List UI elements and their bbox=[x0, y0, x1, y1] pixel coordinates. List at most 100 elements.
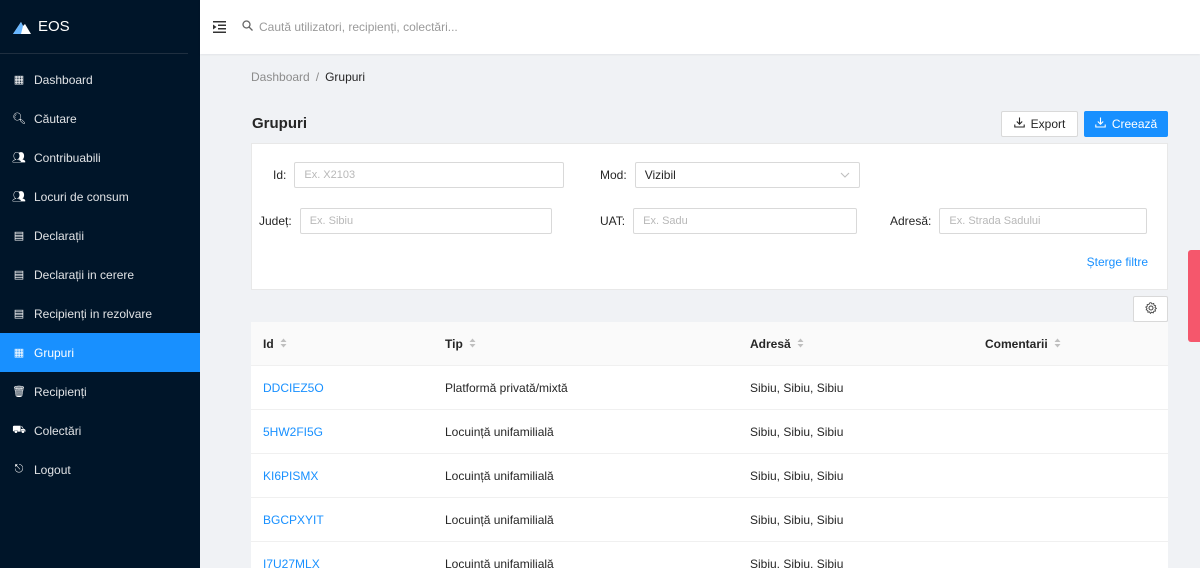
bin-icon: 🗑︎ bbox=[12, 386, 26, 398]
group-id-link[interactable]: DDCIEZ5O bbox=[263, 381, 324, 395]
sidebar-item-declarații-in-cerere[interactable]: ▤ Declarații in cerere bbox=[0, 255, 200, 294]
filter-mod-value: Vizibil bbox=[644, 168, 676, 182]
sidebar-item-grupuri[interactable]: ▦ Grupuri bbox=[0, 333, 200, 372]
cell-id: BGCPXYIT bbox=[251, 513, 432, 527]
page-title: Grupuri bbox=[252, 115, 307, 132]
sidebar-item-label: Declarații in cerere bbox=[34, 267, 135, 282]
sidebar-item-logout[interactable]: ⎋ Logout bbox=[0, 450, 200, 489]
sidebar-item-label: Recipienți in rezolvare bbox=[34, 306, 153, 321]
app-logo[interactable]: EOS bbox=[0, 0, 188, 54]
table-settings-button[interactable] bbox=[1133, 296, 1168, 322]
filter-id-label: Id: bbox=[273, 168, 287, 182]
filter-mod-select[interactable]: Vizibil bbox=[634, 162, 860, 188]
sidebar: EOS ▦ Dashboard 🔍︎ Căutare 👥︎ Contribuabili 👥︎… bbox=[0, 0, 200, 568]
cell-text: Locuință unifamilială bbox=[445, 468, 554, 483]
column-header-label: Comentarii bbox=[985, 336, 1048, 351]
grid-icon: ▦ bbox=[13, 74, 25, 86]
cell-tip: Locuință unifamilială bbox=[432, 425, 736, 439]
column-header-label: Tip bbox=[445, 336, 463, 351]
app-name: EOS bbox=[38, 18, 70, 35]
cell-text: Sibiu, Sibiu, Sibiu bbox=[750, 468, 844, 483]
table-row[interactable]: DDCIEZ5O Platformă privată/mixtă Sibiu, Si… bbox=[251, 366, 1168, 410]
cell-tip: Locuință unifamilială bbox=[432, 513, 736, 527]
filter-adresa-input[interactable] bbox=[939, 208, 1148, 234]
cell-text: Sibiu, Sibiu, Sibiu bbox=[750, 424, 844, 439]
sidebar-item-declarații[interactable]: ▤ Declarații bbox=[0, 216, 200, 255]
group-id-link[interactable]: 5HW2FI5G bbox=[263, 425, 323, 439]
filter-id-input[interactable] bbox=[294, 162, 565, 188]
sidebar-item-recipienți-in-rezolvare[interactable]: ▤ Recipienți in rezolvare bbox=[0, 294, 200, 333]
cell-adresa: Sibiu, Sibiu, Sibiu bbox=[736, 381, 972, 395]
users-icon: 👥︎ bbox=[12, 152, 26, 164]
table-row[interactable]: KI6PISMX Locuință unifamilială Sibiu, Sibi… bbox=[251, 454, 1168, 498]
column-header-id[interactable]: Id bbox=[251, 337, 432, 351]
sort-icon[interactable] bbox=[797, 338, 804, 350]
filter-id: Id: bbox=[273, 162, 565, 188]
cell-adresa: Sibiu, Sibiu, Sibiu bbox=[736, 425, 972, 439]
column-header-adresa[interactable]: Adresă bbox=[736, 337, 972, 351]
sort-icon[interactable] bbox=[1054, 338, 1061, 350]
collapse-menu-icon[interactable] bbox=[200, 0, 238, 54]
group-id-link[interactable]: I7U27MLX bbox=[263, 557, 320, 568]
filter-adresa-label: Adresă: bbox=[890, 214, 932, 228]
sidebar-item-label: Colectări bbox=[34, 423, 82, 438]
gear-icon bbox=[1144, 301, 1157, 317]
sidebar-item-colectări[interactable]: ⛟ Colectări bbox=[0, 411, 200, 450]
breadcrumb-dashboard[interactable]: Dashboard bbox=[251, 70, 310, 84]
sort-icon[interactable] bbox=[469, 338, 476, 350]
table-row[interactable]: I7U27MLX Locuință unifamilială Sibiu, Sibi… bbox=[251, 542, 1168, 568]
sidebar-item-label: Căutare bbox=[34, 111, 77, 126]
cell-text: Locuință unifamilială bbox=[445, 556, 554, 568]
topbar bbox=[200, 0, 1200, 54]
column-header-tip[interactable]: Tip bbox=[432, 337, 736, 351]
breadcrumb: Dashboard / Grupuri bbox=[251, 70, 365, 84]
breadcrumb-current: Grupuri bbox=[325, 70, 366, 84]
export-label: Export bbox=[1030, 117, 1066, 131]
sidebar-item-label: Recipienți bbox=[34, 384, 87, 399]
document-icon: ▤ bbox=[13, 308, 25, 320]
export-button[interactable]: Export bbox=[1001, 111, 1078, 137]
filter-mod: Mod: Vizibil bbox=[600, 162, 860, 188]
search-icon: 🔍︎ bbox=[12, 113, 26, 125]
cell-tip: Locuință unifamilială bbox=[432, 469, 736, 483]
cell-text: Locuință unifamilială bbox=[445, 424, 554, 439]
filter-uat: UAT: bbox=[600, 208, 858, 234]
sidebar-menu: ▦ Dashboard 🔍︎ Căutare 👥︎ Contribuabili 👥︎ Locu… bbox=[0, 60, 200, 489]
cell-text: Sibiu, Sibiu, Sibiu bbox=[750, 556, 844, 568]
column-header-comentarii[interactable]: Comentarii bbox=[972, 337, 1168, 351]
filter-uat-input[interactable] bbox=[633, 208, 858, 234]
sidebar-item-label: Locuri de consum bbox=[34, 189, 129, 204]
search-icon bbox=[242, 20, 253, 34]
feedback-tab[interactable] bbox=[1188, 250, 1200, 342]
sidebar-item-recipienți[interactable]: 🗑︎ Recipienți bbox=[0, 372, 200, 411]
sidebar-item-locuri-de-consum[interactable]: 👥︎ Locuri de consum bbox=[0, 177, 200, 216]
document-icon: ▤ bbox=[13, 230, 25, 242]
group-id-link[interactable]: BGCPXYIT bbox=[263, 513, 324, 527]
breadcrumb-separator: / bbox=[315, 70, 320, 84]
sidebar-item-contribuabili[interactable]: 👥︎ Contribuabili bbox=[0, 138, 200, 177]
filter-judet-input[interactable] bbox=[299, 208, 552, 234]
search-input[interactable] bbox=[259, 20, 619, 34]
sidebar-item-label: Logout bbox=[34, 462, 71, 477]
download-icon bbox=[1095, 117, 1106, 131]
table-icon: ▦ bbox=[13, 347, 25, 359]
document-icon: ▤ bbox=[13, 269, 25, 281]
group-id-link[interactable]: KI6PISMX bbox=[263, 469, 318, 483]
cell-id: KI6PISMX bbox=[251, 469, 432, 483]
sidebar-item-dashboard[interactable]: ▦ Dashboard bbox=[0, 60, 200, 99]
cell-text: Sibiu, Sibiu, Sibiu bbox=[750, 380, 844, 395]
table-row[interactable]: 5HW2FI5G Locuință unifamilială Sibiu, Sibi… bbox=[251, 410, 1168, 454]
logout-icon: ⎋ bbox=[14, 463, 24, 475]
users-icon: 👥︎ bbox=[12, 191, 26, 203]
sort-icon[interactable] bbox=[280, 338, 287, 350]
cell-adresa: Sibiu, Sibiu, Sibiu bbox=[736, 513, 972, 527]
table-row[interactable]: BGCPXYIT Locuință unifamilială Sibiu, Sibi… bbox=[251, 498, 1168, 542]
cell-id: DDCIEZ5O bbox=[251, 381, 432, 395]
sidebar-item-căutare[interactable]: 🔍︎ Căutare bbox=[0, 99, 200, 138]
cell-text: Locuință unifamilială bbox=[445, 512, 554, 527]
clear-filters-link[interactable]: Șterge filtre bbox=[1087, 255, 1148, 269]
filter-panel: Id: Mod: Vizibil Județ: UAT: Adresă: Ște… bbox=[251, 143, 1168, 290]
global-search bbox=[242, 12, 642, 42]
create-button[interactable]: Creează bbox=[1084, 111, 1168, 137]
sidebar-item-label: Dashboard bbox=[34, 72, 93, 87]
